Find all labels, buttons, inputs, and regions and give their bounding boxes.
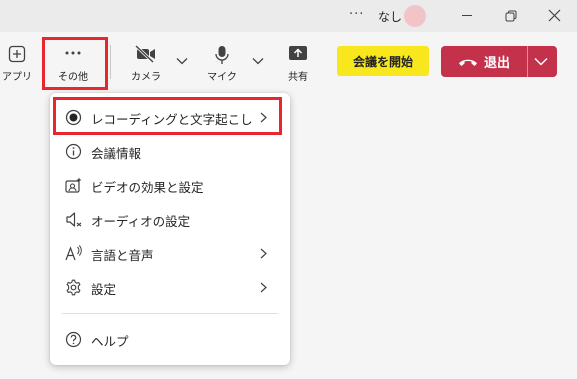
menu-item-audio-settings[interactable]: オーディオの設定: [50, 204, 290, 234]
hang-up-icon: [458, 59, 477, 66]
toolbar-divider: [110, 45, 111, 79]
camera-off-icon: [135, 45, 155, 63]
menu-item-label: ビデオの効果と設定: [91, 180, 204, 195]
leave-label: 退出: [483, 56, 510, 71]
menu-item-label: オーディオの設定: [91, 214, 191, 229]
highlight-recording-item: [53, 97, 282, 135]
highlight-more-button: [42, 37, 108, 90]
share-button[interactable]: 共有: [281, 32, 315, 90]
mic-label: マイク: [207, 72, 237, 83]
apps-label: アプリ: [2, 72, 32, 83]
title-bar: ··· なし: [0, 0, 577, 32]
menu-item-meeting-info[interactable]: 会議情報: [50, 136, 290, 166]
chevron-right-icon: [260, 248, 267, 259]
mic-button[interactable]: マイク: [204, 32, 240, 90]
menu-item-label: 設定: [91, 282, 117, 297]
help-icon: [65, 331, 82, 348]
restore-icon[interactable]: [505, 10, 517, 22]
share-label: 共有: [288, 72, 308, 83]
camera-button[interactable]: カメラ: [128, 32, 164, 90]
language-icon: [65, 245, 82, 261]
user-name: なし: [378, 10, 403, 24]
minimize-icon[interactable]: [462, 15, 472, 16]
menu-divider: [62, 313, 278, 314]
menu-item-language-speech[interactable]: 言語と音声: [50, 238, 290, 268]
apps-button[interactable]: アプリ: [0, 32, 34, 90]
share-screen-icon: [289, 46, 307, 60]
leave-options-chevron-icon[interactable]: [534, 57, 548, 66]
info-icon: [65, 143, 82, 160]
camera-label: カメラ: [131, 72, 161, 83]
menu-item-help[interactable]: ヘルプ: [50, 324, 290, 354]
add-app-icon: [8, 45, 26, 63]
menu-item-settings[interactable]: 設定: [50, 272, 290, 302]
chevron-right-icon: [260, 282, 267, 293]
menu-item-label: 言語と音声: [91, 248, 154, 263]
leave-button[interactable]: 退出: [441, 46, 527, 77]
menu-item-label: 会議情報: [91, 146, 142, 161]
mic-options-chevron-icon[interactable]: [252, 57, 264, 65]
camera-options-chevron-icon[interactable]: [176, 57, 188, 65]
menu-item-label: ヘルプ: [91, 334, 129, 349]
video-effects-icon: [65, 177, 82, 193]
close-icon[interactable]: [548, 9, 561, 22]
leave-button-group: 退出: [441, 46, 557, 77]
start-meeting-button[interactable]: 会議を開始: [337, 46, 429, 76]
menu-item-video-effects[interactable]: ビデオの効果と設定: [50, 170, 290, 200]
microphone-icon: [215, 46, 229, 64]
more-options-button[interactable]: ···: [349, 7, 364, 22]
leave-button-separator: [527, 46, 528, 77]
gear-icon: [66, 279, 81, 296]
avatar[interactable]: [404, 5, 426, 27]
speaker-icon: [66, 212, 82, 227]
